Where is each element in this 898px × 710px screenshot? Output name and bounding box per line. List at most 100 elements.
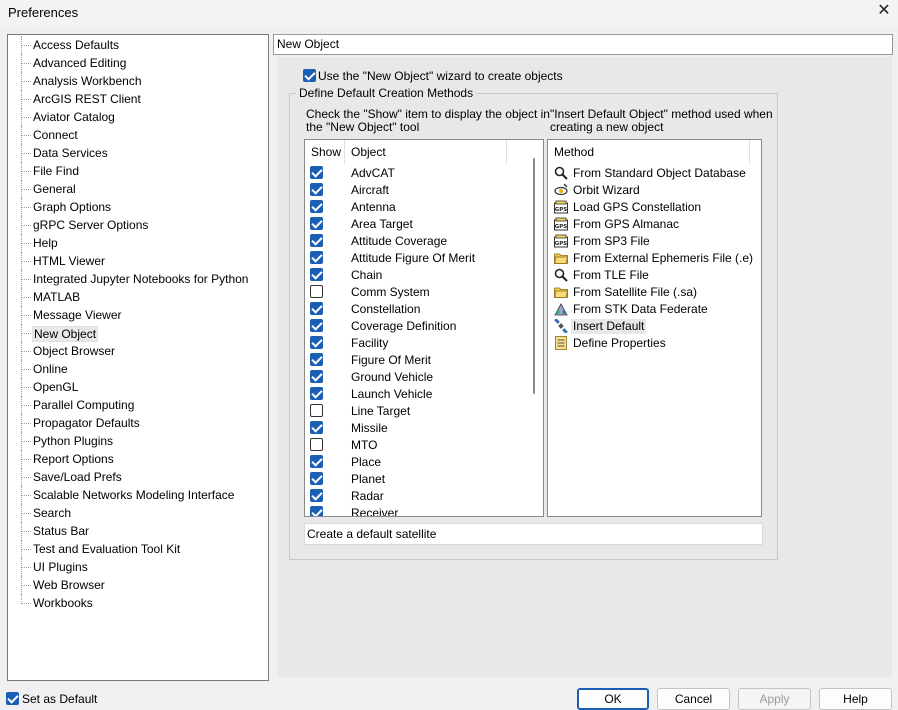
apply-button[interactable]: Apply: [738, 688, 811, 710]
object-row[interactable]: Figure Of Merit: [305, 352, 533, 369]
object-row[interactable]: Constellation: [305, 301, 533, 318]
object-row[interactable]: Attitude Coverage: [305, 233, 533, 250]
object-row[interactable]: AdvCAT: [305, 165, 533, 182]
show-checkbox[interactable]: [310, 370, 323, 383]
help-button[interactable]: Help: [819, 688, 892, 710]
tree-item-test-and-evaluation-tool-kit[interactable]: Test and Evaluation Tool Kit: [8, 540, 268, 558]
tree-item-matlab[interactable]: MATLAB: [8, 288, 268, 306]
method-row[interactable]: GPS From GPS Almanac: [548, 216, 761, 233]
tree-item-propagator-defaults[interactable]: Propagator Defaults: [8, 414, 268, 432]
method-column-header[interactable]: Method: [548, 140, 750, 164]
tree-item-aviator-catalog[interactable]: Aviator Catalog: [8, 108, 268, 126]
tree-item-web-browser[interactable]: Web Browser: [8, 576, 268, 594]
show-checkbox[interactable]: [310, 200, 323, 213]
preferences-tree[interactable]: Access Defaults Advanced Editing Analysis …: [7, 34, 269, 681]
method-row[interactable]: From External Ephemeris File (.e): [548, 250, 761, 267]
tree-item-general[interactable]: General: [8, 180, 268, 198]
tree-item-workbooks[interactable]: Workbooks: [8, 594, 268, 612]
tree-item-scalable-networks-modeling-interface[interactable]: Scalable Networks Modeling Interface: [8, 486, 268, 504]
wizard-checkbox[interactable]: [303, 69, 316, 82]
object-row[interactable]: Launch Vehicle: [305, 386, 533, 403]
show-checkbox[interactable]: [310, 183, 323, 196]
object-column-header[interactable]: Object: [345, 140, 507, 164]
show-checkbox[interactable]: [310, 455, 323, 468]
show-checkbox[interactable]: [310, 353, 323, 366]
objects-list[interactable]: Show Object AdvCAT Aircraft Antenna Area Ta…: [304, 139, 544, 517]
object-row[interactable]: Aircraft: [305, 182, 533, 199]
methods-list[interactable]: Method From Standard Object Database Orbi…: [547, 139, 762, 517]
method-row[interactable]: Insert Default: [548, 318, 761, 335]
tree-item-arcgis-rest-client[interactable]: ArcGIS REST Client: [8, 90, 268, 108]
object-row[interactable]: Missile: [305, 420, 533, 437]
tree-item-grpc-server-options[interactable]: gRPC Server Options: [8, 216, 268, 234]
object-row[interactable]: Chain: [305, 267, 533, 284]
tree-item-file-find[interactable]: File Find: [8, 162, 268, 180]
tree-item-analysis-workbench[interactable]: Analysis Workbench: [8, 72, 268, 90]
wizard-checkbox-label[interactable]: Use the "New Object" wizard to create ob…: [318, 69, 563, 83]
tree-item-message-viewer[interactable]: Message Viewer: [8, 306, 268, 324]
tree-item-access-defaults[interactable]: Access Defaults: [8, 36, 268, 54]
set-default-label[interactable]: Set as Default: [22, 692, 97, 706]
show-column-header[interactable]: Show: [305, 140, 345, 164]
tree-item-help[interactable]: Help: [8, 234, 268, 252]
show-checkbox[interactable]: [310, 438, 323, 451]
objects-scrollbar[interactable]: [533, 158, 535, 394]
object-row[interactable]: Attitude Figure Of Merit: [305, 250, 533, 267]
tree-item-opengl[interactable]: OpenGL: [8, 378, 268, 396]
tree-item-ui-plugins[interactable]: UI Plugins: [8, 558, 268, 576]
tree-item-python-plugins[interactable]: Python Plugins: [8, 432, 268, 450]
tree-item-online[interactable]: Online: [8, 360, 268, 378]
tree-item-integrated-jupyter-notebooks-for-python[interactable]: Integrated Jupyter Notebooks for Python: [8, 270, 268, 288]
show-checkbox[interactable]: [310, 268, 323, 281]
tree-item-connect[interactable]: Connect: [8, 126, 268, 144]
object-row[interactable]: Line Target: [305, 403, 533, 420]
method-row[interactable]: Define Properties: [548, 335, 761, 352]
tree-item-html-viewer[interactable]: HTML Viewer: [8, 252, 268, 270]
method-row[interactable]: GPS Load GPS Constellation: [548, 199, 761, 216]
object-row[interactable]: Ground Vehicle: [305, 369, 533, 386]
tree-item-new-object[interactable]: New Object: [8, 324, 268, 342]
show-checkbox[interactable]: [310, 302, 323, 315]
show-checkbox[interactable]: [310, 489, 323, 502]
object-row[interactable]: Antenna: [305, 199, 533, 216]
show-checkbox[interactable]: [310, 285, 323, 298]
show-checkbox[interactable]: [310, 166, 323, 179]
method-row[interactable]: From TLE File: [548, 267, 761, 284]
tree-item-data-services[interactable]: Data Services: [8, 144, 268, 162]
method-row[interactable]: From STK Data Federate: [548, 301, 761, 318]
set-default-checkbox[interactable]: [6, 692, 19, 705]
tree-item-parallel-computing[interactable]: Parallel Computing: [8, 396, 268, 414]
tree-item-status-bar[interactable]: Status Bar: [8, 522, 268, 540]
object-row[interactable]: Planet: [305, 471, 533, 488]
tree-item-report-options[interactable]: Report Options: [8, 450, 268, 468]
object-row[interactable]: Receiver: [305, 505, 533, 516]
method-row[interactable]: From Satellite File (.sa): [548, 284, 761, 301]
show-checkbox[interactable]: [310, 336, 323, 349]
tree-item-advanced-editing[interactable]: Advanced Editing: [8, 54, 268, 72]
show-checkbox[interactable]: [310, 387, 323, 400]
method-row[interactable]: From Standard Object Database: [548, 165, 761, 182]
show-checkbox[interactable]: [310, 217, 323, 230]
method-row[interactable]: GPS From SP3 File: [548, 233, 761, 250]
show-checkbox[interactable]: [310, 251, 323, 264]
show-checkbox[interactable]: [310, 319, 323, 332]
object-row[interactable]: Radar: [305, 488, 533, 505]
show-checkbox[interactable]: [310, 421, 323, 434]
object-row[interactable]: Comm System: [305, 284, 533, 301]
object-row[interactable]: Area Target: [305, 216, 533, 233]
show-checkbox[interactable]: [310, 234, 323, 247]
object-row[interactable]: MTO: [305, 437, 533, 454]
show-checkbox[interactable]: [310, 506, 323, 516]
close-icon[interactable]: ✕: [870, 0, 898, 24]
tree-item-search[interactable]: Search: [8, 504, 268, 522]
tree-item-object-browser[interactable]: Object Browser: [8, 342, 268, 360]
method-row[interactable]: Orbit Wizard: [548, 182, 761, 199]
ok-button[interactable]: OK: [577, 688, 649, 710]
show-checkbox[interactable]: [310, 472, 323, 485]
tree-item-save-load-prefs[interactable]: Save/Load Prefs: [8, 468, 268, 486]
show-checkbox[interactable]: [310, 404, 323, 417]
object-row[interactable]: Facility: [305, 335, 533, 352]
cancel-button[interactable]: Cancel: [657, 688, 730, 710]
tree-item-graph-options[interactable]: Graph Options: [8, 198, 268, 216]
object-row[interactable]: Place: [305, 454, 533, 471]
